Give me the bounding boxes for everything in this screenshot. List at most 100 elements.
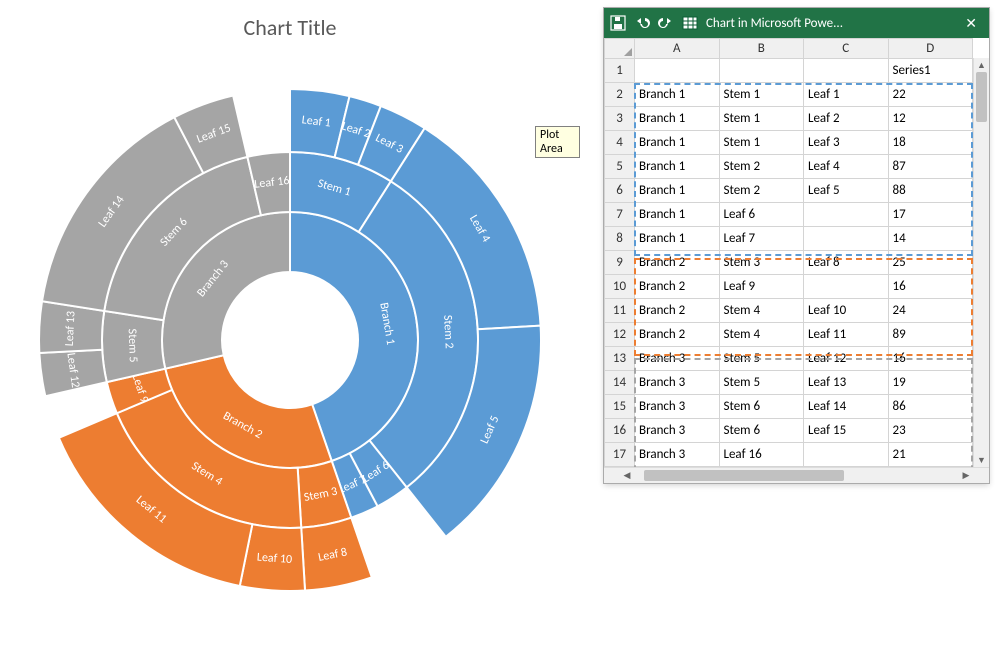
- cell[interactable]: Stem 6: [719, 395, 804, 419]
- vertical-scrollbar[interactable]: ▲ ▼: [973, 58, 989, 467]
- hscroll-thumb[interactable]: [644, 470, 844, 481]
- cell[interactable]: Branch 3: [635, 347, 720, 371]
- worksheet-icon[interactable]: [682, 15, 698, 31]
- cell[interactable]: Leaf 5: [804, 179, 889, 203]
- col-header[interactable]: D: [888, 39, 973, 59]
- cell[interactable]: Branch 1: [635, 179, 720, 203]
- close-icon[interactable]: ✕: [959, 15, 983, 32]
- cell[interactable]: Stem 2: [719, 179, 804, 203]
- scroll-right-icon[interactable]: ▶: [959, 468, 973, 483]
- row-header[interactable]: 10: [605, 275, 635, 299]
- row-header[interactable]: 13: [605, 347, 635, 371]
- row-header[interactable]: 4: [605, 131, 635, 155]
- cell[interactable]: Branch 3: [635, 395, 720, 419]
- cell[interactable]: Branch 3: [635, 443, 720, 467]
- cell[interactable]: Branch 1: [635, 227, 720, 251]
- cell[interactable]: 16: [888, 275, 973, 299]
- cell[interactable]: [804, 443, 889, 467]
- cell[interactable]: Branch 3: [635, 371, 720, 395]
- row-header[interactable]: 11: [605, 299, 635, 323]
- horizontal-scrollbar[interactable]: ◀ ▶: [604, 467, 989, 483]
- row-header[interactable]: 5: [605, 155, 635, 179]
- cell[interactable]: 88: [888, 179, 973, 203]
- cell[interactable]: Branch 2: [635, 251, 720, 275]
- cell[interactable]: Leaf 15: [804, 419, 889, 443]
- row-header[interactable]: 8: [605, 227, 635, 251]
- row-header[interactable]: 15: [605, 395, 635, 419]
- cell[interactable]: Branch 1: [635, 83, 720, 107]
- cell[interactable]: 14: [888, 227, 973, 251]
- row-header[interactable]: 17: [605, 443, 635, 467]
- titlebar[interactable]: Chart in Microsoft Powe... ✕: [604, 8, 989, 38]
- cell[interactable]: Leaf 12: [804, 347, 889, 371]
- cell[interactable]: Leaf 1: [804, 83, 889, 107]
- cell[interactable]: Leaf 4: [804, 155, 889, 179]
- row-header[interactable]: 3: [605, 107, 635, 131]
- cell[interactable]: Stem 5: [719, 371, 804, 395]
- cell[interactable]: Branch 1: [635, 131, 720, 155]
- col-header[interactable]: A: [635, 39, 720, 59]
- cell[interactable]: 18: [888, 131, 973, 155]
- cell[interactable]: Stem 4: [719, 299, 804, 323]
- cell[interactable]: [804, 227, 889, 251]
- cell[interactable]: Stem 1: [719, 83, 804, 107]
- cell[interactable]: Branch 1: [635, 155, 720, 179]
- vscroll-thumb[interactable]: [976, 72, 987, 122]
- row-header[interactable]: 16: [605, 419, 635, 443]
- cell[interactable]: 22: [888, 83, 973, 107]
- cell[interactable]: Leaf 10: [804, 299, 889, 323]
- cell[interactable]: Stem 3: [719, 251, 804, 275]
- cell[interactable]: 89: [888, 323, 973, 347]
- cell[interactable]: Stem 1: [719, 107, 804, 131]
- cell[interactable]: Stem 1: [719, 131, 804, 155]
- cell[interactable]: [635, 59, 720, 83]
- cell[interactable]: Stem 6: [719, 419, 804, 443]
- cell[interactable]: 24: [888, 299, 973, 323]
- cell[interactable]: 17: [888, 203, 973, 227]
- cell[interactable]: Leaf 16: [719, 443, 804, 467]
- cell[interactable]: 12: [888, 107, 973, 131]
- cell[interactable]: Branch 1: [635, 107, 720, 131]
- cell[interactable]: Leaf 8: [804, 251, 889, 275]
- undo-icon[interactable]: [634, 15, 650, 31]
- row-header[interactable]: 2: [605, 83, 635, 107]
- data-grid[interactable]: ABCD1Series12Branch 1Stem 1Leaf 1223Bran…: [604, 38, 973, 467]
- row-header[interactable]: 1: [605, 59, 635, 83]
- redo-icon[interactable]: [658, 15, 674, 31]
- cell[interactable]: Leaf 11: [804, 323, 889, 347]
- cell[interactable]: Branch 2: [635, 275, 720, 299]
- cell[interactable]: 23: [888, 419, 973, 443]
- cell[interactable]: Branch 2: [635, 323, 720, 347]
- scroll-down-icon[interactable]: ▼: [974, 453, 989, 467]
- cell[interactable]: 19: [888, 371, 973, 395]
- excel-data-window[interactable]: Chart in Microsoft Powe... ✕ ABCD1Series…: [604, 8, 989, 483]
- cell[interactable]: Stem 5: [719, 347, 804, 371]
- cell[interactable]: 25: [888, 251, 973, 275]
- cell[interactable]: Branch 1: [635, 203, 720, 227]
- cell[interactable]: [804, 59, 889, 83]
- cell[interactable]: Leaf 9: [719, 275, 804, 299]
- cell[interactable]: Leaf 6: [719, 203, 804, 227]
- cell[interactable]: Leaf 3: [804, 131, 889, 155]
- cell[interactable]: Leaf 2: [804, 107, 889, 131]
- row-header[interactable]: 7: [605, 203, 635, 227]
- sunburst-chart[interactable]: Branch 1Stem 1Leaf 1Leaf 2Leaf 3Stem 2Le…: [0, 40, 580, 660]
- row-header[interactable]: 6: [605, 179, 635, 203]
- chart-area[interactable]: Chart Title Branch 1Stem 1Leaf 1Leaf 2Le…: [0, 0, 580, 662]
- col-header[interactable]: C: [804, 39, 889, 59]
- cell[interactable]: [804, 275, 889, 299]
- scroll-up-icon[interactable]: ▲: [974, 58, 989, 72]
- cell[interactable]: Stem 2: [719, 155, 804, 179]
- grid-body[interactable]: ABCD1Series12Branch 1Stem 1Leaf 1223Bran…: [604, 38, 989, 483]
- save-icon[interactable]: [610, 15, 626, 31]
- row-header[interactable]: 12: [605, 323, 635, 347]
- cell[interactable]: Leaf 7: [719, 227, 804, 251]
- cell[interactable]: 87: [888, 155, 973, 179]
- cell[interactable]: Leaf 14: [804, 395, 889, 419]
- cell[interactable]: 21: [888, 443, 973, 467]
- cell[interactable]: [804, 203, 889, 227]
- cell[interactable]: [719, 59, 804, 83]
- cell[interactable]: Series1: [888, 59, 973, 83]
- cell[interactable]: 16: [888, 347, 973, 371]
- row-header[interactable]: 14: [605, 371, 635, 395]
